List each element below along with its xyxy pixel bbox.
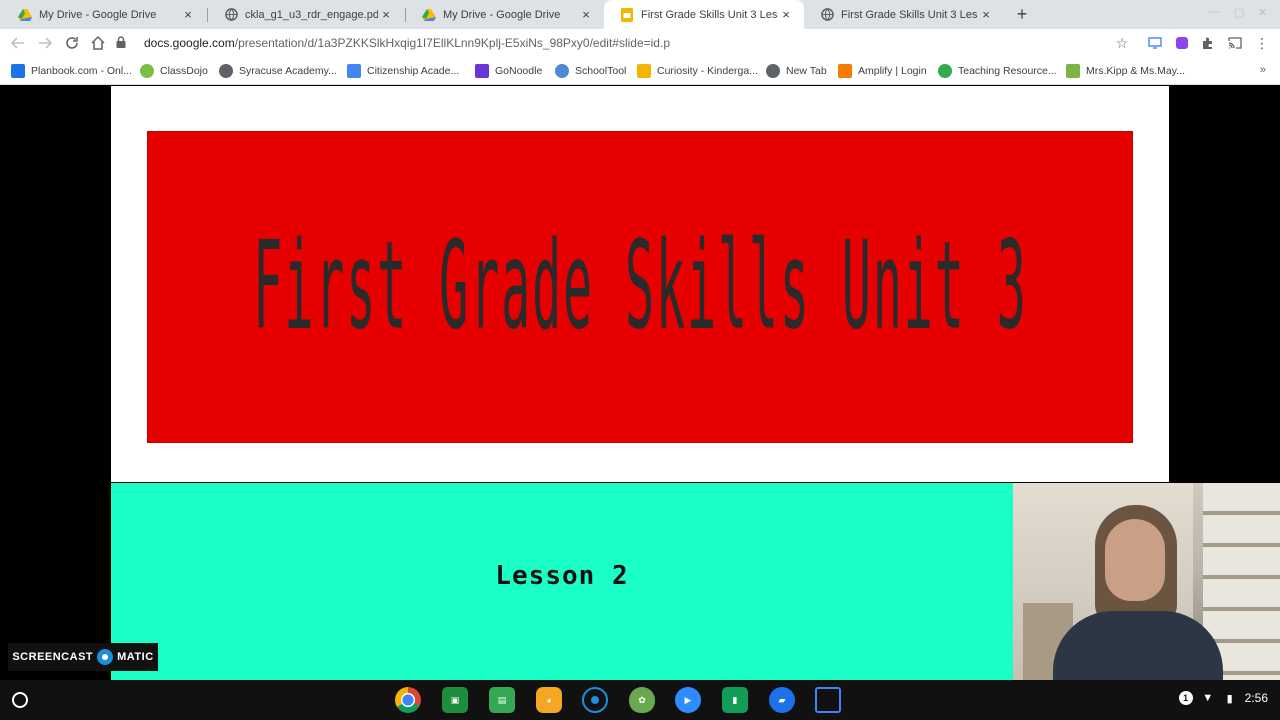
clock: 2:56 <box>1244 691 1268 705</box>
tab-title: First Grade Skills Unit 3 Lesson 2 <box>841 8 978 21</box>
slide-bottom-panel: Lesson 2 <box>111 483 1013 680</box>
planbook-icon <box>11 64 25 78</box>
maximize-icon[interactable]: ▢ <box>1234 6 1244 19</box>
close-tab-icon[interactable]: × <box>378 7 394 23</box>
bookmark-curiosity[interactable]: Curiosity - Kinderga... <box>637 57 758 85</box>
classroom-app-icon[interactable]: ▤ <box>489 687 515 713</box>
pear-deck-icon[interactable]: ✿ <box>629 687 655 713</box>
files-icon[interactable]: ▰ <box>769 687 795 713</box>
bookmark-new-tab[interactable]: New Tab <box>766 57 827 85</box>
wifi-icon: ▼ <box>1202 692 1214 704</box>
tab-slides-2[interactable]: First Grade Skills Unit 3 Lesson 2 × <box>804 0 1004 29</box>
reload-button[interactable] <box>63 34 81 52</box>
chrome-icon[interactable] <box>395 687 421 713</box>
close-tab-icon[interactable]: × <box>778 7 794 23</box>
bookmark-citizenship-academy[interactable]: Citizenship Acade... <box>347 57 459 85</box>
close-tab-icon[interactable]: × <box>978 7 994 23</box>
back-button[interactable] <box>9 34 27 52</box>
google-books-icon[interactable]: ▮ <box>722 687 748 713</box>
menu-dots-icon[interactable]: ⋮ <box>1253 34 1271 52</box>
slide-subtitle: Lesson 2 <box>495 561 629 591</box>
home-button[interactable] <box>89 34 107 52</box>
tab-title: First Grade Skills Unit 3 Lesson 2 <box>641 8 778 21</box>
teaching-resources-icon <box>938 64 952 78</box>
screencast-icon[interactable] <box>582 687 608 713</box>
bookmark-teaching-resources[interactable]: Teaching Resource... <box>938 57 1057 85</box>
bookmark-schooltool[interactable]: SchoolTool <box>555 57 626 85</box>
bookmark-planbook[interactable]: Planbook.com - Onl... <box>11 57 132 85</box>
close-window-icon[interactable]: ✕ <box>1258 6 1267 19</box>
address-bar[interactable]: docs.google.com/presentation/d/1a3PZKKSl… <box>116 29 670 57</box>
globe-icon <box>820 8 834 22</box>
bookmark-star-icon[interactable]: ☆ <box>1113 34 1131 52</box>
screencast-watermark: SCREENCAST MATIC <box>8 643 158 671</box>
new-tab-button[interactable]: + <box>1013 4 1031 24</box>
bookmark-classdojo[interactable]: ClassDojo <box>140 57 208 85</box>
slide-title: First Grade Skills Unit 3 <box>252 217 1028 357</box>
presenter-body <box>1053 611 1223 680</box>
tab-title: My Drive - Google Drive <box>443 8 561 21</box>
close-tab-icon[interactable]: × <box>578 7 594 23</box>
notification-badge: 1 <box>1178 691 1193 705</box>
webcam-overlay <box>1013 483 1280 680</box>
google-drive-icon <box>422 8 436 22</box>
zoom-icon[interactable]: ▶ <box>675 687 701 713</box>
extensions-puzzle-icon[interactable] <box>1199 34 1217 52</box>
screen-capture-icon[interactable] <box>815 687 841 713</box>
bookmark-gonoodle[interactable]: GoNoodle <box>475 57 542 85</box>
bookmark-mrs-kipp[interactable]: Mrs.Kipp & Ms.May... <box>1066 57 1185 85</box>
tab-title: ckla_g1_u3_rdr_engage.pdf <box>245 8 378 21</box>
minimize-icon[interactable]: — <box>1208 6 1219 18</box>
bookmarks-bar: Planbook.com - Onl... ClassDojo Syracuse… <box>0 57 1280 85</box>
os-shelf: ▣ ▤ ◕ ✿ ▶ ▮ ▰ 1 ▼ ▮ 2:56 <box>0 680 1280 720</box>
url-host: docs.google.com <box>144 36 235 50</box>
tab-my-drive-1[interactable]: My Drive - Google Drive × <box>2 0 206 29</box>
presenter-face <box>1105 519 1165 601</box>
bookmark-syracuse-academy[interactable]: Syracuse Academy... <box>219 57 337 85</box>
amplify-icon <box>838 64 852 78</box>
launcher-icon[interactable] <box>12 692 28 708</box>
lock-icon <box>116 35 130 51</box>
google-drive-icon <box>18 8 32 22</box>
browser-toolbar: docs.google.com/presentation/d/1a3PZKKSl… <box>0 29 1280 57</box>
gonoodle-icon <box>475 64 489 78</box>
tab-slides-active[interactable]: First Grade Skills Unit 3 Lesson 2 × <box>604 0 804 29</box>
close-tab-icon[interactable]: × <box>180 7 196 23</box>
tab-title: My Drive - Google Drive <box>39 8 157 21</box>
globe-icon <box>219 64 233 78</box>
presentation-stage: First Grade Skills Unit 3 Lesson 2 <box>0 86 1280 680</box>
extension-cast-icon[interactable] <box>1146 34 1164 52</box>
slide-top-panel: First Grade Skills Unit 3 <box>111 86 1169 482</box>
person-icon <box>347 64 361 78</box>
battery-icon: ▮ <box>1226 692 1233 705</box>
url-path: /presentation/d/1a3PZKKSlkHxqig1I7EllKLn… <box>234 36 670 50</box>
tab-strip: My Drive - Google Drive × ckla_g1_u3_rdr… <box>0 0 1280 29</box>
bitmoji-icon <box>1066 64 1080 78</box>
tab-my-drive-2[interactable]: My Drive - Google Drive × <box>406 0 604 29</box>
classdojo-icon <box>140 64 154 78</box>
schooltool-icon <box>555 64 569 78</box>
google-slides-icon <box>637 64 651 78</box>
google-slides-icon <box>620 7 634 22</box>
cast-icon[interactable] <box>1226 34 1244 52</box>
google-classroom-icon[interactable]: ▣ <box>442 687 468 713</box>
bookmark-amplify[interactable]: Amplify | Login <box>838 57 927 85</box>
screencast-logo-icon <box>97 649 114 665</box>
globe-icon <box>224 8 238 22</box>
globe-icon <box>766 64 780 78</box>
more-bookmarks-icon[interactable]: » <box>1260 64 1266 76</box>
title-banner: First Grade Skills Unit 3 <box>147 131 1133 443</box>
tab-pdf[interactable]: ckla_g1_u3_rdr_engage.pdf × <box>208 0 404 29</box>
forward-button[interactable] <box>36 34 54 52</box>
status-tray[interactable]: 1 ▼ ▮ 2:56 <box>1178 691 1268 705</box>
scratch-jr-icon[interactable]: ◕ <box>536 687 562 713</box>
extension-purple-icon[interactable] <box>1173 34 1191 52</box>
